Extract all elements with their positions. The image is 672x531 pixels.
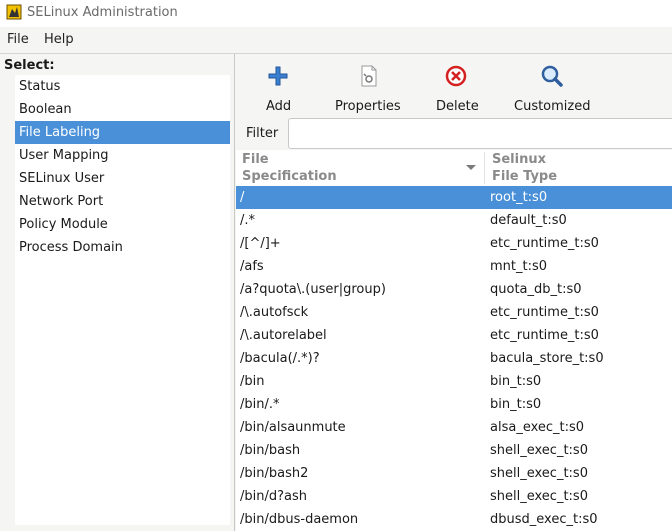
table-header: File Specification Selinux File Type (236, 150, 672, 187)
table-row[interactable]: /bin/bash2 shell_exec_t:s0 (236, 462, 672, 485)
file-type-cell: etc_runtime_t:s0 (490, 328, 599, 343)
table-row[interactable]: /\.autofsck etc_runtime_t:s0 (236, 301, 672, 324)
file-type-cell: etc_runtime_t:s0 (490, 236, 599, 251)
sort-descending-icon (466, 165, 476, 170)
file-spec-cell: /bin/dbus-daemon (240, 512, 359, 527)
add-label: Add (266, 99, 292, 114)
table-row[interactable]: /bin bin_t:s0 (236, 370, 672, 393)
delete-icon (445, 65, 467, 87)
file-spec-cell: /\.autofsck (240, 305, 309, 320)
file-type-cell: shell_exec_t:s0 (490, 443, 588, 458)
table-row[interactable]: /bin/dbus-daemon dbusd_exec_t:s0 (236, 508, 672, 531)
sidebar-item-process-domain[interactable]: Process Domain (15, 236, 230, 259)
table-row[interactable]: /bacula(/.*)? bacula_store_t:s0 (236, 347, 672, 370)
column-header-file-type-line2: File Type (492, 169, 558, 184)
file-spec-cell: / (240, 190, 245, 205)
file-type-cell: mnt_t:s0 (490, 259, 548, 274)
sidebar-item-status[interactable]: Status (15, 75, 230, 98)
file-spec-cell: /bacula(/.*)? (240, 351, 320, 366)
table-row[interactable]: /bin/bash shell_exec_t:s0 (236, 439, 672, 462)
file-spec-cell: /bin (240, 374, 265, 389)
file-spec-cell: /.* (240, 213, 256, 228)
properties-label: Properties (335, 99, 401, 114)
file-spec-cell: /[^/]+ (240, 236, 281, 251)
file-spec-cell: /bin/.* (240, 397, 280, 412)
column-header-file-type[interactable]: Selinux File Type (492, 151, 557, 185)
file-spec-cell: /bin/d?ash (240, 489, 307, 504)
file-type-cell: default_t:s0 (490, 213, 567, 228)
file-type-cell: shell_exec_t:s0 (490, 466, 588, 481)
file-type-cell: shell_exec_t:s0 (490, 489, 588, 504)
file-spec-cell: /bin/alsaunmute (240, 420, 346, 435)
file-spec-cell: /bin/bash (240, 443, 301, 458)
sidebar-item-file-labeling[interactable]: File Labeling (15, 121, 230, 144)
file-spec-cell: /\.autorelabel (240, 328, 327, 343)
column-header-file-specification-line1: File (242, 152, 269, 167)
filter-input[interactable] (288, 118, 672, 149)
table-row[interactable]: /bin/.* bin_t:s0 (236, 393, 672, 416)
sidebar-label: Select: (4, 58, 55, 73)
magnifier-icon (541, 65, 563, 87)
table-row[interactable]: /.* default_t:s0 (236, 209, 672, 232)
file-type-cell: bin_t:s0 (490, 397, 542, 412)
sidebar-item-selinux-user[interactable]: SELinux User (15, 167, 230, 190)
menu-bar: File Help (0, 28, 672, 54)
column-header-file-type-line1: Selinux (492, 152, 546, 167)
file-type-cell: bin_t:s0 (490, 374, 542, 389)
filter-label: Filter (246, 126, 279, 141)
table-row[interactable]: /bin/d?ash shell_exec_t:s0 (236, 485, 672, 508)
delete-label: Delete (436, 99, 479, 114)
window-title: SELinux Administration (27, 5, 178, 20)
file-type-cell: bacula_store_t:s0 (490, 351, 604, 366)
file-type-cell: dbusd_exec_t:s0 (490, 512, 598, 527)
file-type-cell: alsa_exec_t:s0 (490, 420, 585, 435)
file-type-cell: root_t:s0 (490, 190, 548, 205)
pane-splitter[interactable] (234, 54, 235, 531)
file-spec-cell: /a?quota\.(user|group) (240, 282, 386, 297)
sidebar-item-network-port[interactable]: Network Port (15, 190, 230, 213)
menu-help[interactable]: Help (44, 32, 74, 47)
table-row[interactable]: /bin/alsaunmute alsa_exec_t:s0 (236, 416, 672, 439)
file-spec-cell: /bin/bash2 (240, 466, 309, 481)
sidebar-list: Status Boolean File Labeling User Mappin… (15, 75, 230, 525)
sidebar-item-boolean[interactable]: Boolean (15, 98, 230, 121)
toolbar: Add Properties Delete Customized (236, 55, 672, 115)
table-row[interactable]: /[^/]+ etc_runtime_t:s0 (236, 232, 672, 255)
column-divider[interactable] (484, 152, 485, 184)
file-type-cell: quota_db_t:s0 (490, 282, 582, 297)
file-type-cell: etc_runtime_t:s0 (490, 305, 599, 320)
properties-icon (361, 65, 377, 87)
column-header-file-specification[interactable]: File Specification (242, 151, 337, 185)
column-header-file-specification-line2: Specification (242, 169, 337, 184)
title-bar: SELinux Administration (0, 0, 672, 27)
table-row[interactable]: / root_t:s0 (236, 186, 672, 209)
file-labeling-table: / root_t:s0 /.* default_t:s0 /[^/]+ etc_… (236, 186, 672, 531)
sidebar-item-policy-module[interactable]: Policy Module (15, 213, 230, 236)
add-icon (268, 66, 288, 86)
customized-label: Customized (514, 99, 591, 114)
selinux-app-icon (6, 4, 22, 20)
sidebar-item-user-mapping[interactable]: User Mapping (15, 144, 230, 167)
table-row[interactable]: /\.autorelabel etc_runtime_t:s0 (236, 324, 672, 347)
menu-file[interactable]: File (7, 32, 29, 47)
table-row[interactable]: /a?quota\.(user|group) quota_db_t:s0 (236, 278, 672, 301)
table-row[interactable]: /afs mnt_t:s0 (236, 255, 672, 278)
file-spec-cell: /afs (240, 259, 264, 274)
